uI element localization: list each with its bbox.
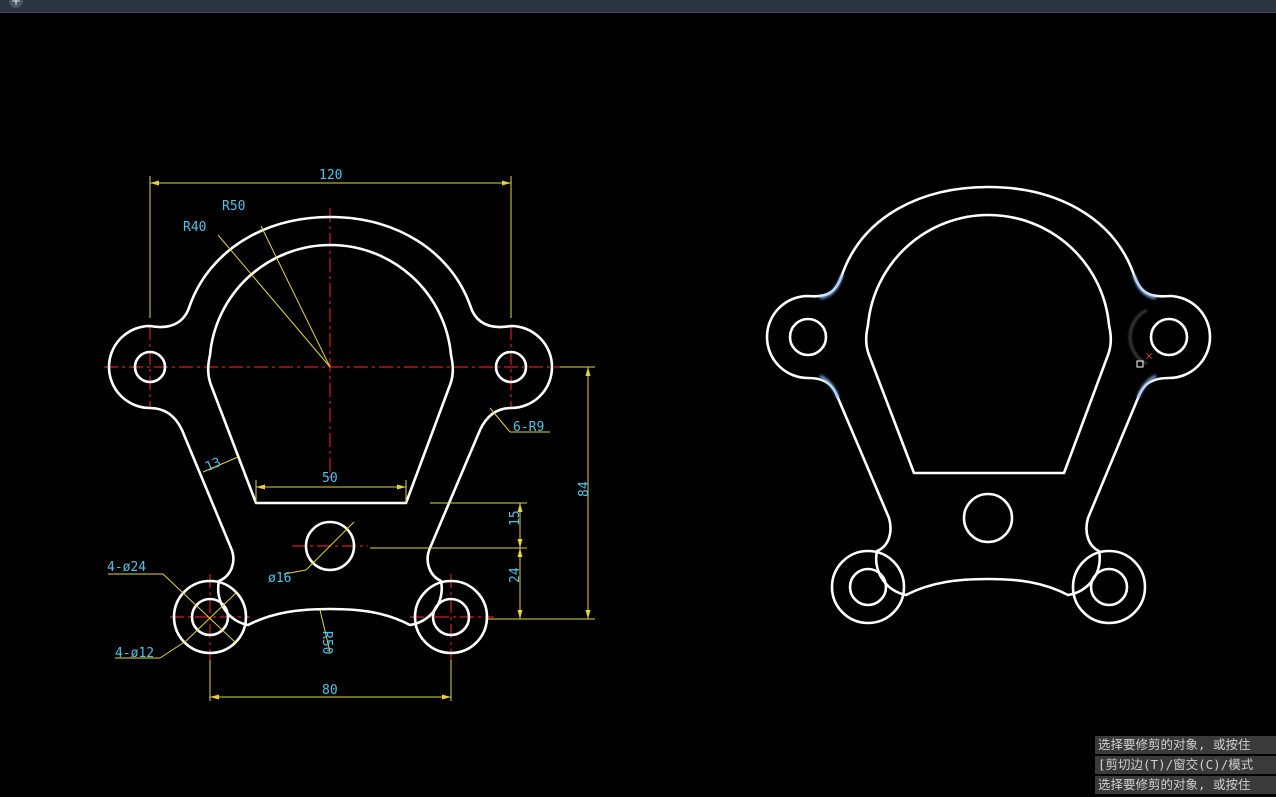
command-line-panel[interactable]: 选择要修剪的对象, 或按住 [剪切边(T)/窗交(C)/模式 选择要修剪的对象,…: [1095, 736, 1276, 796]
command-line-3: 选择要修剪的对象, 或按住: [1095, 776, 1276, 794]
dim-wall-thickness: 13: [203, 455, 223, 475]
top-toolbar: +: [0, 0, 1276, 13]
dim-boss-outer-dia: 4-ø24: [107, 560, 146, 575]
command-line-2: [剪切边(T)/窗交(C)/模式: [1095, 756, 1276, 774]
dimension-lines: [108, 176, 595, 701]
inner-profile-right: [864, 213, 1113, 475]
dim-bottom-arc-radius: R50: [319, 631, 334, 654]
selection-highlights: [819, 274, 1157, 399]
left-drawing: 120 R50 R40 13 50 6-R9 84 15 24 ø16 4-ø2…: [104, 168, 595, 701]
dim-overall-width: 120: [319, 168, 342, 183]
center-lines: [104, 208, 560, 662]
dim-bottom-width: 50: [322, 471, 338, 486]
dim-small-hole-dia: ø16: [268, 571, 291, 586]
dim-small-fillets: 6-R9: [513, 420, 544, 435]
dim-outer-radius: R50: [222, 199, 245, 214]
dim-boss-spacing: 80: [322, 683, 338, 698]
boss-outer-right-right: [1071, 549, 1147, 625]
drawing-canvas[interactable]: 120 R50 R40 13 50 6-R9 84 15 24 ø16 4-ø2…: [0, 13, 1276, 797]
boss-outer-left-right: [830, 549, 906, 625]
dim-lower-offset: 24: [508, 567, 523, 583]
ear-hole-left-right: [788, 317, 828, 357]
dim-boss-inner-dia: 4-ø12: [115, 646, 154, 661]
dim-hole-offset: 15: [508, 510, 523, 526]
dim-total-height: 84: [577, 481, 592, 497]
boss-inner-right-right: [1089, 567, 1129, 607]
dimension-arrows: [150, 180, 591, 700]
command-line-1: 选择要修剪的对象, 或按住: [1095, 736, 1276, 754]
dim-inner-radius: R40: [183, 220, 206, 235]
ear-hole-right-right: [1149, 317, 1189, 357]
svg-text:×: ×: [1145, 351, 1153, 362]
boss-inner-left-right: [848, 567, 888, 607]
center-hole-right: [962, 492, 1014, 544]
add-tab-button[interactable]: +: [9, 0, 23, 8]
right-drawing[interactable]: ×: [765, 185, 1212, 625]
